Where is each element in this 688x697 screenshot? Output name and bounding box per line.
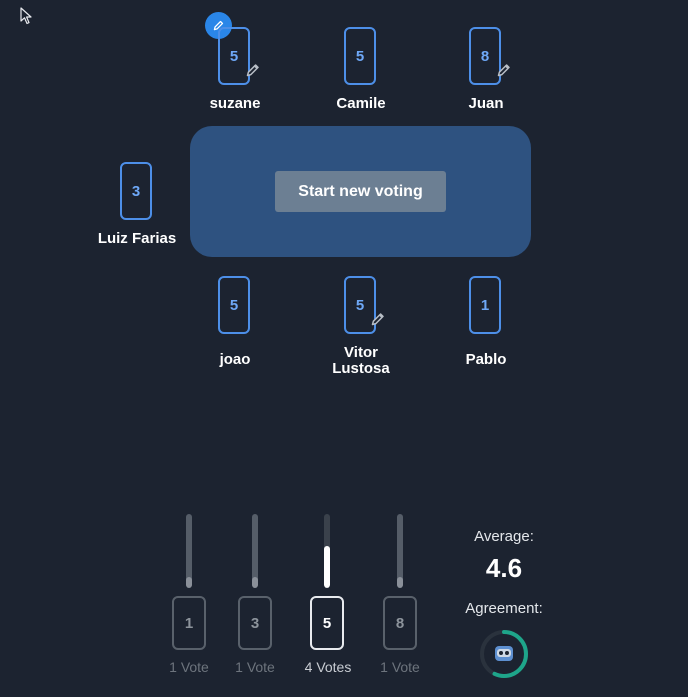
vote-bar-3: [252, 514, 258, 588]
result-card-5: 5: [310, 596, 344, 650]
vote-count-label: 4 Votes: [304, 659, 352, 675]
start-new-voting-button[interactable]: Start new voting: [275, 171, 446, 212]
player-name-pablo: Pablo: [465, 351, 507, 368]
player-name-vitor-lustosa: Vitor Lustosa: [332, 344, 390, 377]
player-card-pablo: 1: [469, 276, 501, 334]
average-value: 4.6: [485, 553, 523, 583]
player-name-joao: joao: [219, 351, 251, 368]
mouse-pointer-icon: [20, 7, 32, 25]
meeple-icon: [495, 646, 513, 661]
vote-bar-5: [324, 514, 330, 588]
player-name-juan: Juan: [468, 95, 504, 112]
agreement-gauge: [480, 630, 528, 678]
vote-count-label: 1 Vote: [380, 659, 420, 675]
pencil-icon: [497, 64, 510, 77]
result-card-3: 3: [238, 596, 272, 650]
player-card-joao: 5: [218, 276, 250, 334]
player-name-camile: Camile: [336, 95, 386, 112]
player-card-luiz-farias: 3: [120, 162, 152, 220]
vote-bar-1: [186, 514, 192, 588]
average-label: Average:: [474, 528, 534, 545]
result-card-1: 1: [172, 596, 206, 650]
result-card-8: 8: [383, 596, 417, 650]
vote-bar-8: [397, 514, 403, 588]
player-name-luiz-farias: Luiz Farias: [97, 230, 177, 247]
player-name-suzane: suzane: [209, 95, 261, 112]
agreement-label: Agreement:: [465, 600, 543, 617]
pencil-icon: [246, 64, 259, 77]
player-card-camile: 5: [344, 27, 376, 85]
vote-count-label: 1 Vote: [235, 659, 275, 675]
pencil-icon: [371, 313, 384, 326]
